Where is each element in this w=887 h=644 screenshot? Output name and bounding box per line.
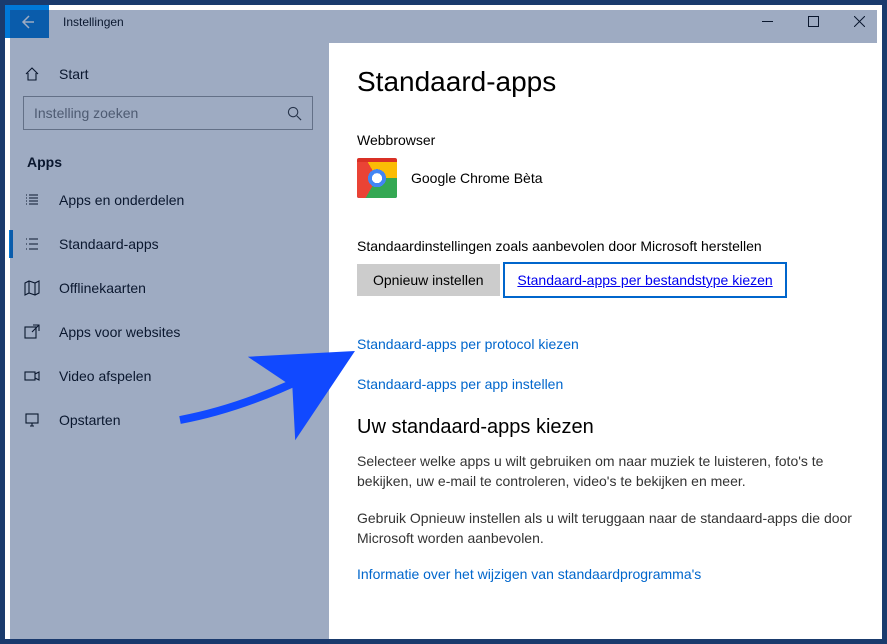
chrome-beta-icon: Beta [357,158,397,198]
titlebar: Instellingen [5,5,882,38]
default-browser-row[interactable]: Beta Google Chrome Bèta [357,158,852,198]
choose-paragraph-2: Gebruik Opnieuw instellen als u wilt ter… [357,508,852,549]
sidebar-home-label: Start [59,66,89,82]
maximize-icon [808,16,819,27]
sidebar-item-label: Apps voor websites [59,324,180,340]
restore-defaults-text: Standaardinstellingen zoals aanbevolen d… [357,238,852,254]
home-icon [23,65,41,83]
link-info-defaults[interactable]: Informatie over het wijzigen van standaa… [357,566,701,582]
sidebar-item-apps-features[interactable]: Apps en onderdelen [9,178,323,222]
choose-paragraph-1: Selecteer welke apps u wilt gebruiken om… [357,451,852,492]
close-icon [854,16,865,27]
search-input-wrap[interactable] [23,96,313,130]
maximize-button[interactable] [790,5,836,38]
sidebar-item-label: Standaard-apps [59,236,159,252]
main-content: Standaard-apps Webbrowser Beta Google Ch… [327,38,882,639]
link-by-app[interactable]: Standaard-apps per app instellen [357,376,563,392]
back-button[interactable] [5,5,49,38]
sidebar-item-default-apps[interactable]: Standaard-apps [9,222,323,266]
map-icon [23,279,41,297]
arrow-left-icon [19,14,35,30]
link-by-filetype-highlight: Standaard-apps per bestandstype kiezen [503,262,786,298]
open-external-icon [23,323,41,341]
sidebar-item-offline-maps[interactable]: Offlinekaarten [9,266,323,310]
sidebar-item-label: Offlinekaarten [59,280,146,296]
sidebar-item-startup[interactable]: Opstarten [9,398,323,442]
link-by-filetype[interactable]: Standaard-apps per bestandstype kiezen [517,272,772,288]
window-title: Instellingen [49,5,138,38]
video-icon [23,367,41,385]
choose-heading: Uw standaard-apps kiezen [357,416,852,439]
sidebar-item-video-playback[interactable]: Video afspelen [9,354,323,398]
sidebar-section-apps: Apps [9,140,323,178]
list-icon [23,191,41,209]
webbrowser-label: Webbrowser [357,132,852,148]
sidebar-item-label: Apps en onderdelen [59,192,184,208]
search-input[interactable] [34,105,279,121]
sidebar-item-apps-websites[interactable]: Apps voor websites [9,310,323,354]
default-browser-name: Google Chrome Bèta [411,170,543,186]
link-by-protocol[interactable]: Standaard-apps per protocol kiezen [357,336,579,352]
minimize-button[interactable] [744,5,790,38]
sidebar-item-label: Opstarten [59,412,120,428]
default-apps-icon [23,235,41,253]
page-title: Standaard-apps [357,66,852,98]
sidebar-item-label: Video afspelen [59,368,151,384]
startup-icon [23,411,41,429]
search-icon [287,106,302,121]
reset-button[interactable]: Opnieuw instellen [357,264,500,296]
minimize-icon [762,16,773,27]
sidebar-home[interactable]: Start [9,52,323,96]
sidebar: Start Apps Apps en onderdelen Stan [5,38,327,639]
settings-window: Instellingen Start [0,0,887,644]
close-button[interactable] [836,5,882,38]
